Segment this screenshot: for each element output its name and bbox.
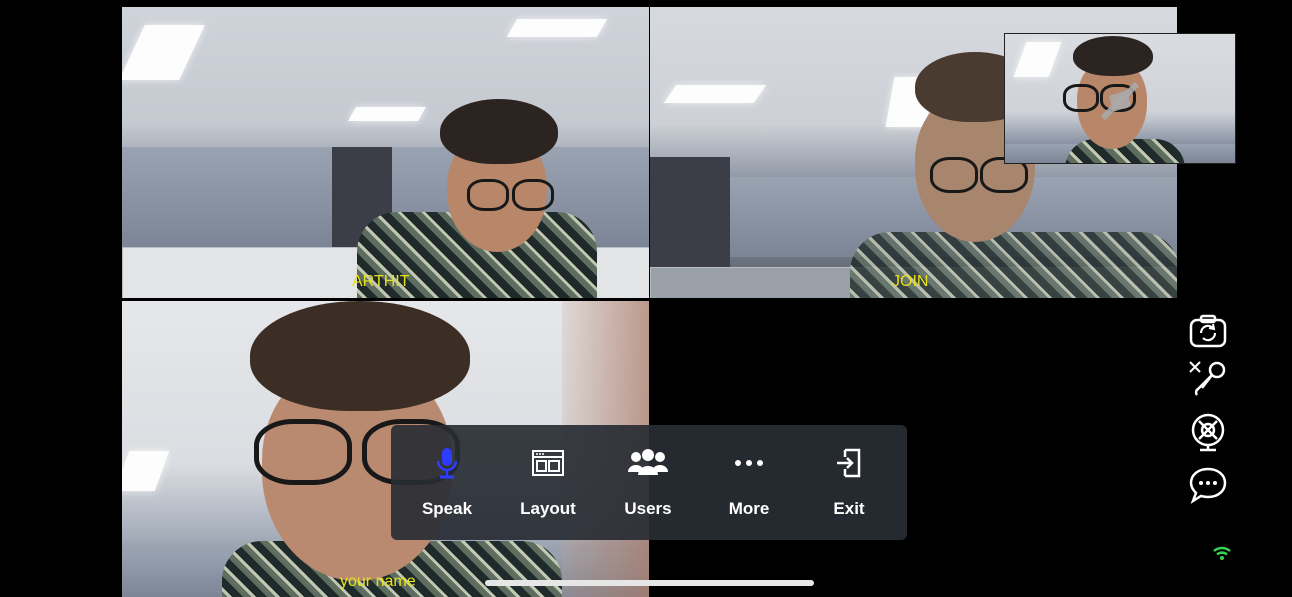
switch-camera-button[interactable] bbox=[1186, 311, 1230, 351]
participant-name-label: ARTHIT bbox=[352, 273, 410, 290]
users-button[interactable]: Users bbox=[608, 445, 688, 525]
video-tile-arthit[interactable]: ARTHIT bbox=[122, 7, 649, 298]
camera-off-icon bbox=[1100, 81, 1140, 121]
speak-button[interactable]: Speak bbox=[407, 445, 487, 525]
more-label: More bbox=[728, 499, 770, 518]
ceiling-light bbox=[347, 107, 427, 121]
mute-mic-button[interactable] bbox=[1186, 358, 1230, 398]
layout-label: Layout bbox=[520, 499, 576, 518]
exit-label: Exit bbox=[833, 499, 865, 518]
users-label: Users bbox=[624, 499, 672, 518]
ceiling-light bbox=[663, 85, 767, 103]
wifi-icon bbox=[1213, 546, 1231, 560]
participant-hair bbox=[1073, 36, 1153, 76]
users-icon bbox=[628, 449, 668, 475]
ceiling-light bbox=[1013, 42, 1062, 77]
more-button[interactable]: More bbox=[709, 445, 789, 525]
meeting-toolbar: Speak Layout Users More Exit bbox=[391, 425, 907, 540]
camera-off-icon bbox=[1191, 413, 1225, 452]
speak-label: Speak bbox=[421, 499, 473, 518]
layout-button[interactable]: Layout bbox=[508, 445, 588, 525]
glasses bbox=[930, 157, 978, 193]
camera-toggle-button[interactable] bbox=[1186, 412, 1230, 452]
chat-button[interactable] bbox=[1186, 465, 1230, 505]
more-dots-icon bbox=[735, 460, 763, 466]
ceiling-light bbox=[122, 25, 205, 80]
home-indicator[interactable] bbox=[485, 580, 814, 586]
glasses bbox=[512, 179, 554, 211]
participant-hair bbox=[250, 301, 470, 411]
switch-camera-icon bbox=[1189, 314, 1227, 348]
chat-bubble-icon bbox=[1189, 467, 1227, 505]
participant-name-label: your name bbox=[340, 573, 416, 590]
ceiling-light bbox=[506, 19, 608, 37]
participant-name-label: JOIN bbox=[892, 273, 929, 290]
layout-icon bbox=[532, 450, 564, 476]
glasses bbox=[254, 419, 352, 485]
exit-icon bbox=[837, 448, 861, 478]
microphone-icon bbox=[436, 448, 458, 479]
ceiling-light bbox=[122, 451, 170, 491]
glasses bbox=[1063, 84, 1099, 112]
self-view-pip[interactable] bbox=[1004, 33, 1236, 164]
mic-muted-icon bbox=[1189, 361, 1226, 396]
exit-button[interactable]: Exit bbox=[809, 445, 889, 525]
participant-hair bbox=[440, 99, 558, 164]
glasses bbox=[467, 179, 509, 211]
